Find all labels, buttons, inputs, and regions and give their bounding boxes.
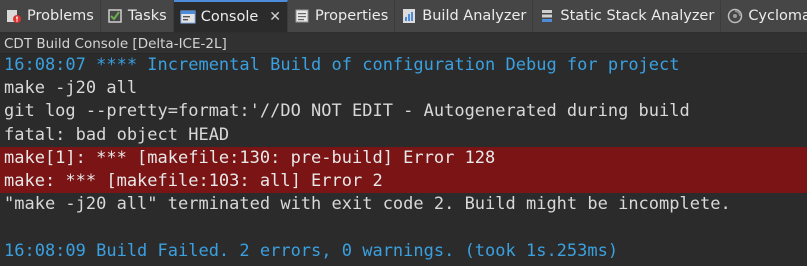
tab-static-stack-analyzer[interactable]: Static Stack Analyzer [533, 0, 722, 32]
console-title: CDT Build Console [Delta-ICE-2L] [0, 34, 807, 54]
tab-label: Console [200, 9, 259, 25]
static-stack-analyzer-icon [539, 8, 555, 24]
tab-label: Problems [27, 8, 94, 24]
tab-cyclomatic-complexity[interactable]: Cyclomatic Complexity [721, 0, 807, 32]
tab-label: Static Stack Analyzer [560, 8, 715, 24]
tab-properties[interactable]: Properties [288, 0, 396, 32]
console-line: 16:08:09 Build Failed. 2 errors, 0 warni… [4, 240, 619, 261]
build-analyzer-icon [401, 8, 417, 24]
view-tab-bar: Problems Tasks Console ✕ Properties Buil… [0, 0, 807, 34]
tab-label: Build Analyzer [422, 8, 527, 24]
tab-label: Properties [315, 8, 389, 24]
console-line: "make -j20 all" terminated with exit cod… [4, 194, 731, 215]
console-line: fatal: bad object HEAD [4, 124, 230, 145]
problems-icon [6, 8, 22, 24]
properties-icon [294, 8, 310, 24]
tab-build-analyzer[interactable]: Build Analyzer [395, 0, 534, 32]
tab-problems[interactable]: Problems [0, 0, 101, 32]
tasks-icon [107, 8, 123, 24]
tab-label: Cyclomatic Complexity [748, 8, 807, 24]
console-line: make -j20 all [4, 78, 138, 99]
tab-tasks[interactable]: Tasks [101, 0, 174, 32]
console-error-line: make[1]: *** [makefile:130: pre-build] E… [0, 146, 807, 170]
console-error-line: make: *** [makefile:103: all] Error 2 [0, 169, 807, 194]
console-line: git log --pretty=format:'//DO NOT EDIT -… [4, 101, 690, 122]
console-line: 16:08:07 **** Incremental Build of confi… [4, 55, 680, 75]
console-icon [180, 9, 196, 25]
console-view: Problems Tasks Console ✕ Properties Buil… [0, 0, 807, 266]
tab-console[interactable]: Console ✕ [173, 0, 288, 32]
tab-label: Tasks [127, 8, 167, 24]
console-output[interactable]: 16:08:07 **** Incremental Build of confi… [0, 54, 807, 266]
close-icon[interactable]: ✕ [269, 9, 281, 25]
cyclomatic-complexity-icon [727, 8, 743, 24]
